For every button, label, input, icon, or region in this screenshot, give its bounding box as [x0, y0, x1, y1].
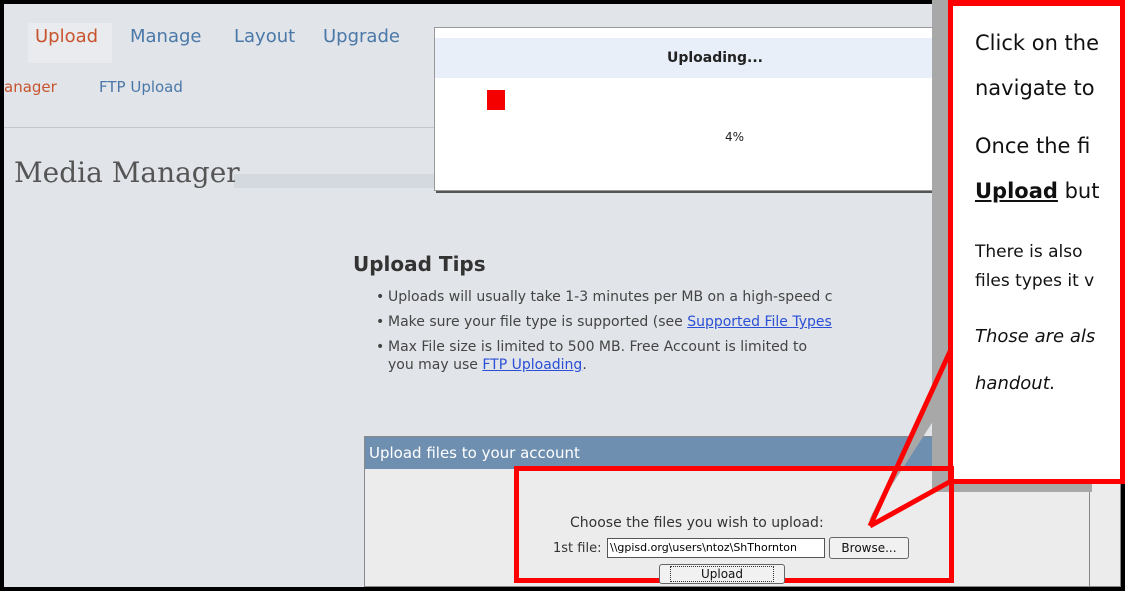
callout-line: navigate to [975, 76, 1095, 100]
file-path-input[interactable]: \\gpisd.org\users\ntoz\ShThornton [607, 538, 825, 558]
callout-line: Click on the [975, 31, 1100, 55]
callout-line: Once the fi [975, 134, 1091, 158]
instruction-callout: Click on the navigate to Once the fi Upl… [948, 0, 1125, 484]
callout-line: files types it v [975, 271, 1095, 291]
upload-button[interactable]: Upload [659, 564, 785, 584]
upload-button-label: Upload [669, 566, 775, 582]
callout-line: Upload but [975, 179, 1100, 203]
callout-line: handout. [975, 373, 1056, 394]
first-file-label: 1st file: [553, 541, 602, 556]
callout-line: There is also [975, 242, 1083, 262]
choose-files-label: Choose the files you wish to upload: [570, 515, 824, 531]
browse-button[interactable]: Browse... [829, 537, 909, 559]
callout-line: Those are als [975, 326, 1096, 347]
